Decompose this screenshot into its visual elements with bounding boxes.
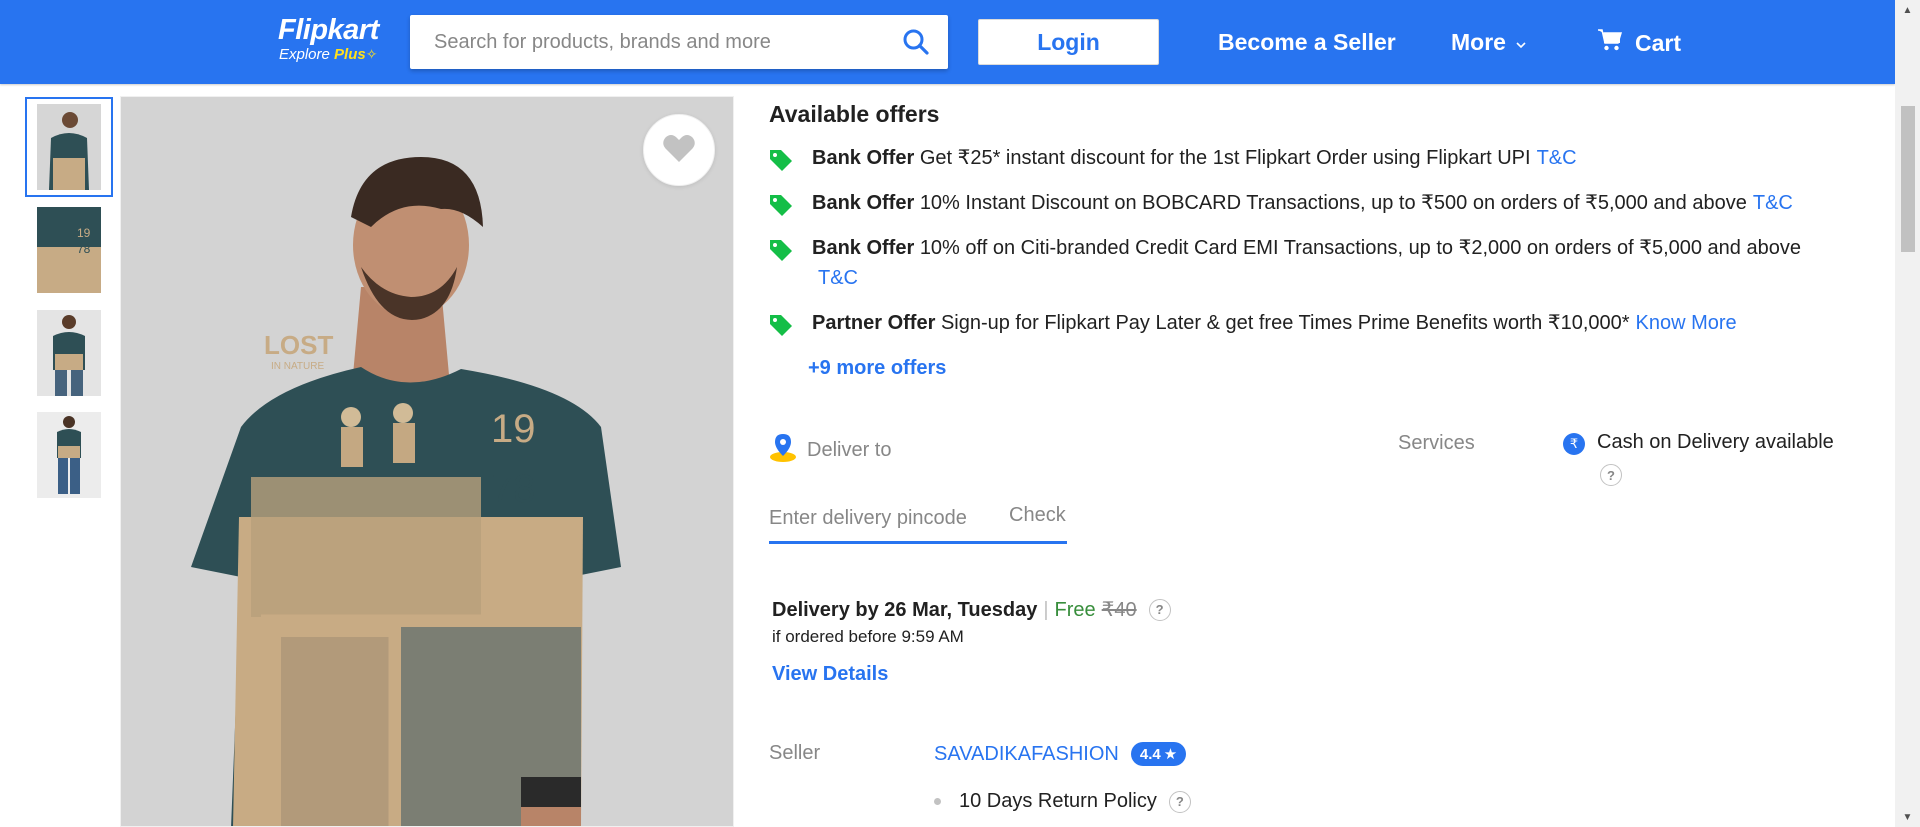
thumbnail-image-side — [37, 310, 101, 396]
print-lost-text: LOST — [264, 330, 333, 360]
offer-tc-link[interactable]: T&C — [1753, 192, 1793, 214]
service-text: Cash on Delivery available — [1597, 431, 1834, 453]
rupee-icon: ₹ — [1563, 433, 1585, 455]
main-product-image[interactable]: LOST IN NATURE 19 78 — [120, 96, 734, 827]
chevron-down-icon — [1514, 28, 1528, 56]
more-offers-link[interactable]: +9 more offers — [808, 354, 946, 382]
thumbnail-2[interactable]: 19 78 — [25, 200, 113, 300]
scrollbar-thumb[interactable] — [1901, 106, 1915, 252]
more-menu[interactable]: More — [1451, 28, 1528, 56]
logo-tagline-explore: Explore — [279, 46, 330, 63]
offer-text: Partner Offer Sign-up for Flipkart Pay L… — [812, 308, 1852, 338]
delivery-estimate: Delivery by 26 Mar, Tuesday | Free ₹40 ? — [772, 596, 1171, 624]
offer-text: Bank Offer 10% off on Citi-branded Credi… — [812, 233, 1862, 293]
search-bar — [410, 15, 948, 69]
bullet-icon — [934, 798, 941, 805]
thumbnail-image-print: 19 78 — [37, 207, 101, 293]
svg-text:78: 78 — [77, 242, 91, 256]
location-pin-icon — [769, 432, 797, 468]
offer-tag-icon — [769, 149, 793, 171]
offer-description: Get ₹25* instant discount for the 1st Fl… — [919, 147, 1531, 169]
seller-rating-badge: 4.4 ★ — [1130, 742, 1187, 766]
service-item: ₹ Cash on Delivery available — [1563, 431, 1834, 455]
seller-label: Seller — [769, 742, 821, 764]
pincode-field: Check — [769, 498, 1067, 544]
return-policy-text: 10 Days Return Policy — [959, 790, 1157, 812]
login-button[interactable]: Login — [978, 19, 1159, 65]
check-pincode-button[interactable]: Check — [1009, 504, 1066, 527]
services-label: Services — [1398, 432, 1475, 454]
offer-description: 10% Instant Discount on BOBCARD Transact… — [919, 192, 1747, 214]
wishlist-button[interactable] — [643, 114, 715, 186]
original-delivery-charge: ₹40 — [1101, 599, 1137, 621]
offer-know-more-link[interactable]: Know More — [1636, 312, 1737, 334]
scroll-up-arrow-icon[interactable]: ▲ — [1895, 0, 1920, 20]
logo-tagline-plus: Plus — [334, 46, 366, 63]
seller-rating-value: 4.4 — [1139, 745, 1161, 763]
delivery-condition: if ordered before 9:59 AM — [772, 627, 964, 646]
pincode-input[interactable] — [769, 498, 989, 538]
offer-type: Partner Offer — [812, 312, 936, 334]
become-seller-link[interactable]: Become a Seller — [1218, 28, 1396, 56]
thumbnail-3[interactable] — [25, 303, 113, 403]
offer-tc-link[interactable]: T&C — [818, 267, 858, 289]
more-label: More — [1451, 29, 1506, 55]
offer-tag-icon — [769, 194, 793, 216]
service-help-icon[interactable]: ? — [1600, 464, 1622, 486]
cart-link[interactable]: Cart — [1597, 28, 1681, 58]
seller-policy-item: 10 Days Return Policy ? — [934, 790, 1191, 813]
offer-type: Bank Offer — [812, 237, 915, 259]
logo-tagline: Explore Plus✧ — [279, 46, 379, 63]
offer-description: 10% off on Citi-branded Credit Card EMI … — [919, 237, 1801, 259]
scroll-down-arrow-icon[interactable]: ▼ — [1895, 807, 1920, 827]
svg-text:19: 19 — [77, 226, 91, 240]
offer-type: Bank Offer — [812, 147, 915, 169]
top-header: Flipkart Explore Plus✧ Login Become a Se… — [0, 0, 1895, 84]
delivery-help-icon[interactable]: ? — [1148, 599, 1171, 621]
thumbnail-1[interactable] — [25, 97, 113, 197]
free-delivery-label: Free — [1054, 599, 1096, 621]
offer-description: Sign-up for Flipkart Pay Later & get fre… — [940, 312, 1630, 334]
search-icon[interactable] — [902, 28, 930, 56]
heart-icon — [662, 133, 696, 168]
print-subtext: IN NATURE — [271, 361, 324, 372]
thumbnail-4[interactable] — [25, 405, 113, 505]
page-scrollbar[interactable]: ▲ ▼ — [1895, 0, 1920, 827]
return-policy-help-icon[interactable]: ? — [1168, 790, 1191, 813]
seller-info: SAVADIKAFASHION 4.4 ★ — [934, 742, 1187, 766]
offer-tag-icon — [769, 239, 793, 261]
cart-icon — [1597, 28, 1623, 58]
delivery-separator: | — [1043, 599, 1049, 621]
flipkart-logo[interactable]: Flipkart Explore Plus✧ — [278, 14, 379, 63]
available-offers-heading: Available offers — [769, 101, 940, 127]
delivery-date-text: Delivery by 26 Mar, Tuesday — [772, 599, 1038, 621]
logo-wordmark: Flipkart — [278, 14, 379, 46]
deliver-to-label: Deliver to — [769, 432, 891, 468]
star-icon: ★ — [1163, 746, 1178, 763]
search-input[interactable] — [410, 15, 880, 69]
cart-label: Cart — [1635, 30, 1682, 56]
offer-tc-link[interactable]: T&C — [1537, 147, 1577, 169]
offer-text: Bank Offer Get ₹25* instant discount for… — [812, 143, 1852, 173]
print-year-top: 19 — [491, 407, 536, 451]
offer-type: Bank Offer — [812, 192, 915, 214]
offer-tag-icon — [769, 314, 793, 336]
thumbnail-image-front — [37, 104, 101, 190]
thumbnail-image-outfit — [37, 412, 101, 498]
view-details-link[interactable]: View Details — [772, 663, 888, 686]
offer-text: Bank Offer 10% Instant Discount on BOBCA… — [812, 188, 1852, 218]
seller-name-link[interactable]: SAVADIKAFASHION — [934, 743, 1119, 766]
deliver-to-text: Deliver to — [807, 438, 892, 461]
plus-sparkle-icon: ✧ — [365, 46, 378, 62]
print-year-bottom: 78 — [491, 467, 536, 511]
